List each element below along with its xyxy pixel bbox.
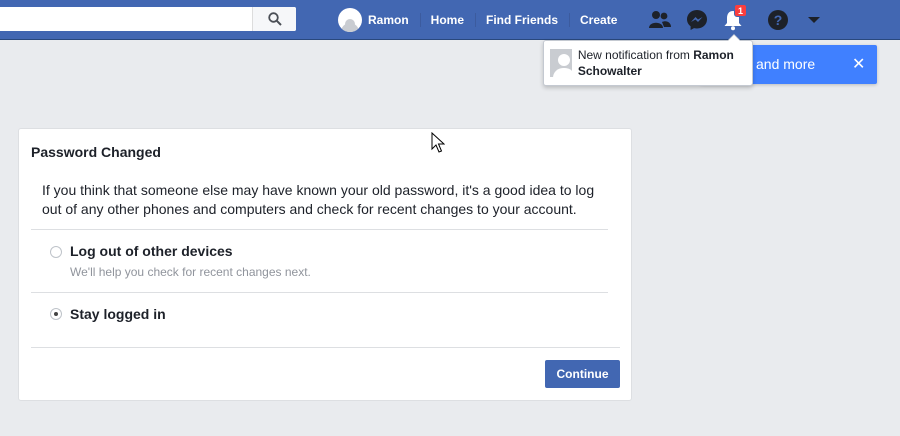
nav-find-friends[interactable]: Find Friends — [475, 0, 569, 40]
nav-home[interactable]: Home — [419, 0, 475, 40]
logout-devices-radio[interactable] — [50, 246, 62, 258]
account-menu-chevron-down-icon[interactable] — [802, 8, 826, 32]
profile-name: Ramon — [368, 13, 409, 27]
dialog-title: Password Changed — [31, 144, 161, 160]
dialog-description: If you think that someone else may have … — [42, 182, 595, 217]
nav-create-label: Create — [580, 13, 618, 27]
notification-popup[interactable]: New notification from Ramon Schowalter — [543, 34, 753, 86]
logout-devices-label[interactable]: Log out of other devices — [70, 243, 233, 259]
profile-link[interactable]: Ramon — [327, 0, 420, 40]
help-icon[interactable]: ? — [766, 8, 790, 32]
stay-logged-in-radio[interactable] — [50, 308, 62, 320]
avatar — [338, 8, 362, 32]
top-navigation-bar: Ramon Home Find Friends Create 1 ? — [0, 0, 900, 40]
friend-requests-icon[interactable] — [648, 8, 672, 32]
logout-devices-sublabel: We'll help you check for recent changes … — [70, 265, 311, 279]
nav-create[interactable]: Create — [569, 0, 628, 40]
notification-text: New notification from Ramon Schowalter — [578, 47, 752, 79]
notification-prefix: New notification from — [577, 48, 694, 62]
svg-text:?: ? — [774, 12, 783, 28]
continue-button[interactable]: Continue — [545, 360, 620, 388]
nav-home-label: Home — [430, 13, 465, 27]
stay-logged-in-label[interactable]: Stay logged in — [70, 306, 166, 322]
password-changed-dialog: Password Changed If you think that someo… — [18, 128, 632, 401]
nav-find-friends-label: Find Friends — [486, 13, 559, 27]
mouse-cursor-icon — [431, 132, 445, 153]
divider — [31, 292, 608, 293]
divider — [31, 347, 620, 348]
notification-count-badge: 1 — [734, 4, 748, 17]
notification-avatar — [550, 49, 572, 77]
search-button[interactable] — [252, 7, 296, 31]
search-icon — [267, 12, 282, 26]
messenger-icon[interactable] — [685, 8, 709, 32]
info-toast-text: and more — [756, 56, 816, 72]
close-icon[interactable]: ✕ — [852, 54, 865, 74]
divider — [31, 229, 608, 230]
